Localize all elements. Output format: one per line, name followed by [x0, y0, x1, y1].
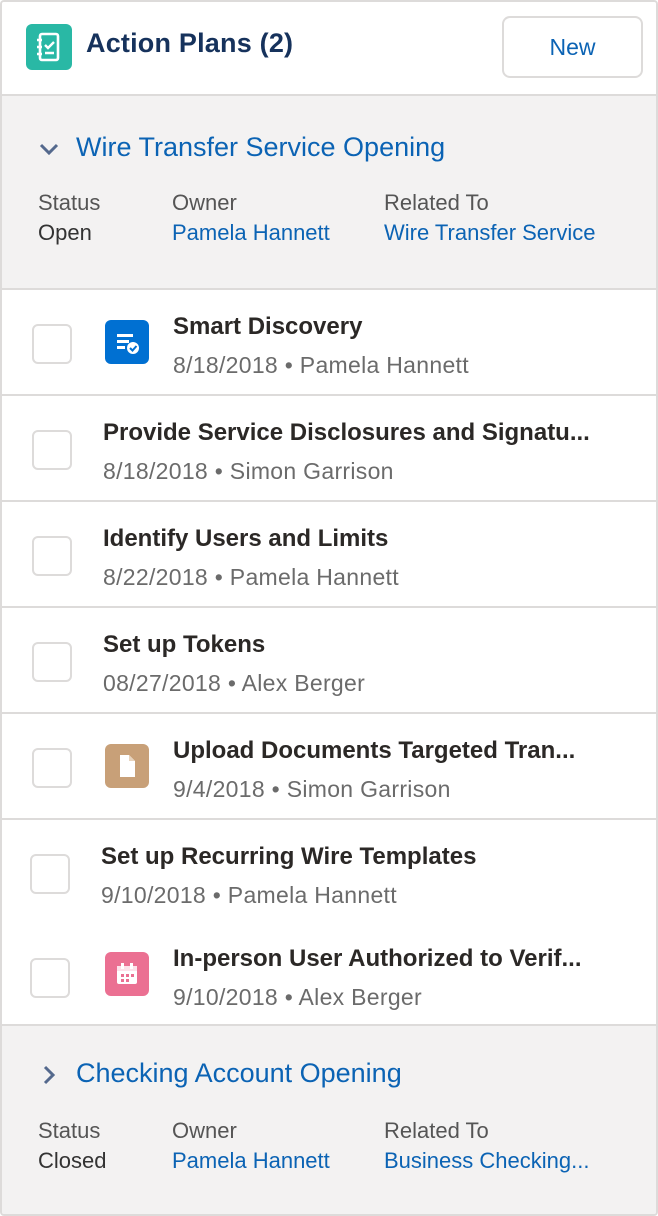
task-meta: 9/10/2018 • Alex Berger	[173, 984, 422, 1011]
task-row[interactable]: Identify Users and Limits 8/22/2018 • Pa…	[2, 502, 656, 608]
task-date: 8/22/2018	[103, 564, 209, 590]
owner-link[interactable]: Pamela Hannett	[172, 220, 330, 246]
separator: •	[284, 984, 294, 1010]
discovery-icon	[105, 320, 149, 364]
task-meta: 8/18/2018 • Pamela Hannett	[173, 352, 469, 379]
task-meta: 9/4/2018 • Simon Garrison	[173, 776, 451, 803]
task-checkbox[interactable]	[32, 430, 72, 470]
status-value: Closed	[38, 1148, 107, 1173]
task-row[interactable]: Set up Tokens 08/27/2018 • Alex Berger	[2, 608, 656, 714]
task-checkbox[interactable]	[30, 854, 70, 894]
task-date: 9/10/2018	[173, 984, 279, 1010]
card-title: Action Plans (2)	[86, 28, 294, 58]
task-title[interactable]: In-person User Authorized to Verif...	[173, 945, 633, 973]
task-meta: 8/22/2018 • Pamela Hannett	[103, 564, 399, 591]
action-plan-title-link[interactable]: Checking Account Opening	[76, 1058, 402, 1089]
related-to-link[interactable]: Wire Transfer Service	[384, 220, 596, 246]
task-checkbox[interactable]	[32, 642, 72, 682]
task-row[interactable]: Smart Discovery 8/18/2018 • Pamela Hanne…	[2, 290, 656, 396]
task-row[interactable]: Upload Documents Targeted Tran... 9/4/20…	[2, 714, 656, 820]
separator: •	[271, 776, 280, 802]
task-meta: 9/10/2018 • Pamela Hannett	[101, 882, 397, 909]
action-plan-summary: Checking Account Opening Status Closed O…	[2, 1024, 656, 1214]
separator: •	[227, 670, 237, 696]
task-date: 9/10/2018	[101, 882, 207, 908]
task-title[interactable]: Smart Discovery	[173, 313, 633, 341]
separator: •	[214, 564, 224, 590]
task-owner: Pamela Hannett	[227, 882, 397, 908]
task-row[interactable]: Set up Recurring Wire Templates 9/10/201…	[2, 820, 656, 926]
action-plan-summary: Wire Transfer Service Opening Status Ope…	[2, 96, 656, 290]
task-owner: Pamela Hannett	[299, 352, 469, 378]
task-owner: Simon Garrison	[286, 776, 451, 802]
task-date: 8/18/2018	[173, 352, 279, 378]
task-date: 08/27/2018	[103, 670, 222, 696]
separator: •	[284, 352, 294, 378]
owner-link[interactable]: Pamela Hannett	[172, 1148, 330, 1174]
task-title[interactable]: Identify Users and Limits	[103, 525, 633, 553]
action-plans-card: Action Plans (2) New Wire Transfer Servi…	[0, 0, 658, 1216]
task-checkbox[interactable]	[32, 748, 72, 788]
task-owner: Alex Berger	[241, 670, 366, 696]
new-button[interactable]: New	[502, 16, 643, 78]
task-title[interactable]: Set up Recurring Wire Templates	[101, 843, 631, 871]
related-to-label: Related To	[384, 190, 489, 215]
task-row[interactable]: In-person User Authorized to Verif... 9/…	[2, 924, 656, 1024]
related-to-label: Related To	[384, 1118, 489, 1143]
card-header: Action Plans (2) New	[2, 2, 656, 96]
task-checkbox[interactable]	[32, 324, 72, 364]
status-label: Status	[38, 1118, 101, 1143]
task-checkbox[interactable]	[32, 536, 72, 576]
task-meta: 08/27/2018 • Alex Berger	[103, 670, 365, 697]
event-calendar-icon	[105, 952, 149, 996]
task-title[interactable]: Provide Service Disclosures and Signatu.…	[103, 419, 633, 447]
task-checkbox[interactable]	[30, 958, 70, 998]
status-label: Status	[38, 190, 101, 215]
owner-label: Owner	[172, 190, 237, 215]
action-plan-title-link[interactable]: Wire Transfer Service Opening	[76, 132, 445, 163]
separator: •	[212, 882, 222, 908]
owner-label: Owner	[172, 1118, 237, 1143]
task-meta: 8/18/2018 • Simon Garrison	[103, 458, 394, 485]
chevron-right-icon[interactable]	[38, 1064, 60, 1086]
task-date: 9/4/2018	[173, 776, 265, 802]
status-value: Open	[38, 220, 92, 245]
chevron-down-icon[interactable]	[38, 138, 60, 160]
document-icon	[105, 744, 149, 788]
task-title[interactable]: Upload Documents Targeted Tran...	[173, 737, 633, 765]
task-owner: Alex Berger	[298, 984, 422, 1010]
task-date: 8/18/2018	[103, 458, 209, 484]
action-plan-icon	[26, 24, 72, 70]
task-owner: Pamela Hannett	[229, 564, 399, 590]
related-to-link[interactable]: Business Checking...	[384, 1148, 589, 1174]
task-row[interactable]: Provide Service Disclosures and Signatu.…	[2, 396, 656, 502]
task-title[interactable]: Set up Tokens	[103, 631, 633, 659]
separator: •	[214, 458, 224, 484]
task-owner: Simon Garrison	[229, 458, 394, 484]
